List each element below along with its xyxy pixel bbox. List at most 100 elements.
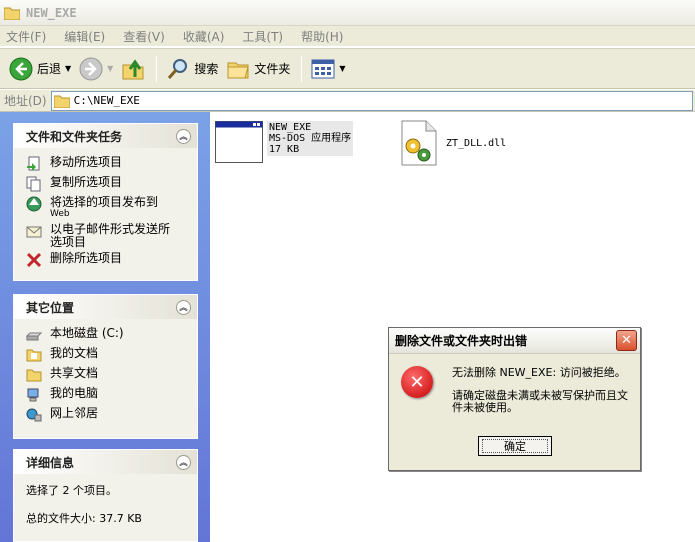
folder-icon <box>53 95 70 108</box>
toolbar-separator <box>156 55 158 82</box>
file-item-new-exe-text: NEW_EXE MS-DOS 应用程序 17 KB <box>267 121 354 156</box>
menu-file[interactable]: 文件(F) <box>6 28 46 45</box>
file-tasks-header[interactable]: 文件和文件夹任务 ︽ <box>14 124 197 148</box>
file-item-new-exe[interactable]: NEW_EXE MS-DOS 应用程序 17 KB <box>215 121 354 163</box>
other-places-panel: 其它位置 ︽ 本地磁盘 (C:) 我的文档 共享文档 我的电脑 网上邻居 <box>13 294 198 439</box>
menu-favorites[interactable]: 收藏(A) <box>183 28 225 45</box>
toolbar-separator <box>301 55 303 82</box>
details-title: 详细信息 <box>26 455 75 470</box>
forward-button[interactable]: ▼ <box>76 53 116 85</box>
task-delete-label: 删除所选项目 <box>50 251 123 265</box>
task-copy[interactable]: 复制所选项目 <box>26 176 189 192</box>
collapse-chevron-icon[interactable]: ︽ <box>176 128 191 144</box>
my-documents-icon <box>26 349 42 362</box>
ok-button[interactable]: 确定 <box>478 436 552 456</box>
dos-app-icon <box>215 121 263 163</box>
details-size: 总的文件大小: 37.7 KB <box>26 512 142 525</box>
task-publish-label: 将选择的项目发布到 <box>50 195 159 209</box>
views-button[interactable]: ▼ <box>308 53 348 85</box>
network-icon <box>26 408 42 422</box>
task-delete[interactable]: 删除所选项目 <box>26 252 189 268</box>
error-icon: ✕ <box>401 366 433 398</box>
file-tasks-panel: 文件和文件夹任务 ︽ 移动所选项目 复制所选项目 将选择的项目发布到 Web 以电… <box>13 123 198 281</box>
toolbar: 后退 ▼ ▼ 搜索 文件夹 ▼ <box>0 48 695 89</box>
task-publish-web[interactable]: 将选择的项目发布到 Web <box>26 196 189 219</box>
error-dialog: 删除文件或文件夹时出错 ✕ ✕ 无法删除 NEW_EXE: 访问被拒绝。 请确定… <box>388 327 641 471</box>
details-panel: 详细信息 ︽ 选择了 2 个项目。 总的文件大小: 37.7 KB <box>13 449 198 542</box>
place-local-disk-label: 本地磁盘 (C:) <box>50 326 124 340</box>
task-move[interactable]: 移动所选项目 <box>26 156 189 172</box>
dialog-body: ✕ 无法删除 NEW_EXE: 访问被拒绝。 请确定磁盘未满或未被写保护而且文件… <box>389 354 640 470</box>
folder-icon <box>4 7 20 20</box>
place-network-label: 网上邻居 <box>50 406 99 420</box>
file-tasks-title: 文件和文件夹任务 <box>26 129 123 144</box>
menu-edit[interactable]: 编辑(E) <box>64 28 105 45</box>
place-my-computer[interactable]: 我的电脑 <box>26 387 189 403</box>
my-computer-icon <box>27 388 39 402</box>
back-label: 后退 <box>37 62 62 76</box>
dialog-title-bar[interactable]: 删除文件或文件夹时出错 ✕ <box>389 328 640 354</box>
task-pane: 文件和文件夹任务 ︽ 移动所选项目 复制所选项目 将选择的项目发布到 Web 以电… <box>0 112 210 542</box>
ok-button-label: 确定 <box>482 439 548 453</box>
file-name: ZT_DLL.dll <box>446 138 507 149</box>
file-item-zt-dll[interactable]: ZT_DLL.dll <box>400 120 506 166</box>
address-input[interactable]: C:\NEW_EXE <box>50 90 693 111</box>
menu-view[interactable]: 查看(V) <box>123 28 165 45</box>
file-type: MS-DOS 应用程序 <box>269 133 352 144</box>
file-size: 17 KB <box>269 144 300 155</box>
task-email-label: 以电子邮件形式发送所 <box>50 222 171 236</box>
task-email[interactable]: 以电子邮件形式发送所 选项目 <box>26 223 189 248</box>
up-button[interactable] <box>118 53 148 85</box>
collapse-chevron-icon[interactable]: ︽ <box>176 454 191 470</box>
place-my-documents[interactable]: 我的文档 <box>26 347 189 363</box>
place-shared-documents-label: 共享文档 <box>50 366 99 380</box>
close-button[interactable]: ✕ <box>616 330 637 351</box>
folder-up-icon <box>122 58 144 79</box>
folders-button[interactable]: 文件夹 <box>223 53 293 85</box>
search-icon <box>168 58 188 79</box>
place-local-disk[interactable]: 本地磁盘 (C:) <box>26 327 189 343</box>
folders-label: 文件夹 <box>254 62 291 76</box>
place-my-computer-label: 我的电脑 <box>50 386 99 400</box>
file-name: NEW_EXE <box>269 122 312 133</box>
email-icon <box>26 226 42 238</box>
dll-gear-icon <box>401 120 437 166</box>
back-arrow-icon <box>9 57 33 80</box>
back-dropdown-icon[interactable]: ▼ <box>65 64 71 73</box>
publish-web-icon <box>26 196 42 212</box>
forward-dropdown-icon[interactable]: ▼ <box>107 64 113 73</box>
task-publish-sub: Web <box>50 209 70 219</box>
move-icon <box>27 156 40 171</box>
address-value: C:\NEW_EXE <box>73 94 140 107</box>
task-email-sub: 选项目 <box>50 235 87 249</box>
title-bar: NEW_EXE <box>0 0 695 26</box>
place-network[interactable]: 网上邻居 <box>26 407 189 423</box>
menu-tools[interactable]: 工具(T) <box>242 28 283 45</box>
menu-help[interactable]: 帮助(H) <box>301 28 343 45</box>
place-shared-documents[interactable]: 共享文档 <box>26 367 189 383</box>
task-copy-label: 复制所选项目 <box>50 175 123 189</box>
dialog-detail: 请确定磁盘未满或未被写保护而且文件未被使用。 <box>452 389 628 414</box>
details-header[interactable]: 详细信息 ︽ <box>14 450 197 474</box>
back-button[interactable]: 后退 ▼ <box>6 53 74 85</box>
folder-icon <box>227 62 249 78</box>
menu-bar: 文件(F) 编辑(E) 查看(V) 收藏(A) 工具(T) 帮助(H) <box>0 26 695 47</box>
address-bar: 地址(D) C:\NEW_EXE <box>0 90 695 112</box>
window-title: NEW_EXE <box>26 5 77 20</box>
details-selection: 选择了 2 个项目。 <box>26 484 117 497</box>
shared-folder-icon <box>26 369 42 382</box>
other-places-title: 其它位置 <box>26 300 75 315</box>
forward-arrow-icon <box>79 57 103 80</box>
collapse-chevron-icon[interactable]: ︽ <box>176 299 191 315</box>
views-dropdown-icon[interactable]: ▼ <box>339 64 345 73</box>
other-places-header[interactable]: 其它位置 ︽ <box>14 295 197 319</box>
search-button[interactable]: 搜索 <box>163 53 221 85</box>
views-icon <box>311 59 335 78</box>
hard-disk-icon <box>26 332 42 341</box>
place-my-documents-label: 我的文档 <box>50 346 99 360</box>
task-move-label: 移动所选项目 <box>50 155 123 169</box>
copy-icon <box>26 176 41 192</box>
address-label: 地址(D) <box>4 94 47 108</box>
dialog-title: 删除文件或文件夹时出错 <box>395 334 528 348</box>
dialog-message: 无法删除 NEW_EXE: 访问被拒绝。 <box>452 366 626 379</box>
